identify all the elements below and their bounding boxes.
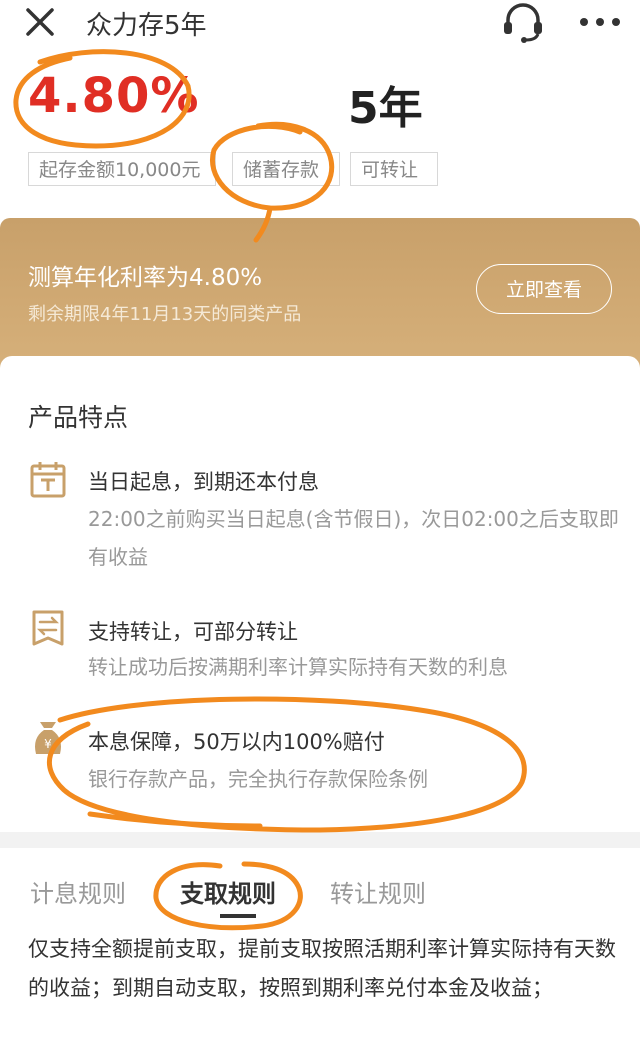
feature-title-guarantee: 本息保障，50万以内100%赔付: [88, 730, 385, 754]
close-icon[interactable]: [22, 4, 58, 40]
feature-title-interest: 当日起息，到期还本付息: [88, 470, 319, 494]
headset-icon[interactable]: [500, 2, 546, 44]
active-tab-indicator: [220, 914, 256, 918]
tab-withdrawal-rules[interactable]: 支取规则: [180, 874, 276, 909]
calendar-icon: [28, 460, 68, 500]
page-title: 众力存5年: [86, 11, 207, 41]
promo-banner: 测算年化利率为4.80% 剩余期限4年11月13天的同类产品 立即查看: [0, 218, 640, 368]
feature-desc-transfer: 转让成功后按满期利率计算实际持有天数的利息: [88, 655, 508, 679]
features-card: 产品特点 当日起息，到期还本付息 22:00之前购买当日起息(含节假日)，次日0…: [0, 356, 640, 832]
banner-subtitle: 剩余期限4年11月13天的同类产品: [28, 304, 302, 325]
money-bag-icon: ¥: [28, 718, 68, 758]
tab-interest-rules[interactable]: 计息规则: [30, 874, 126, 909]
top-bar: 众力存5年: [0, 0, 640, 48]
interest-rate: 4.80%: [28, 68, 200, 124]
section-divider: [0, 832, 640, 848]
feature-desc-guarantee: 银行存款产品，完全执行存款保险条例: [88, 767, 428, 791]
view-now-button[interactable]: 立即查看: [476, 264, 612, 314]
feature-desc-interest: 22:00之前购买当日起息(含节假日)，次日02:00之后支取即有收益: [88, 507, 619, 569]
banner-title: 测算年化利率为4.80%: [28, 265, 263, 291]
rule-content: 仅支持全额提前支取，提前支取按照活期利率计算实际持有天数的收益；到期自动支取，按…: [28, 937, 616, 1000]
more-dots-icon[interactable]: [578, 14, 622, 30]
transfer-icon: [28, 608, 68, 648]
section-title: 产品特点: [28, 403, 129, 432]
term-length: 5年: [348, 83, 423, 134]
tag-min-amount: 起存金额10,000元: [28, 152, 216, 186]
tag-transferable: 可转让: [350, 152, 438, 186]
tag-savings-deposit: 储蓄存款: [232, 152, 340, 186]
feature-title-transfer: 支持转让，可部分转让: [88, 620, 298, 644]
tab-transfer-rules[interactable]: 转让规则: [330, 874, 426, 909]
svg-text:¥: ¥: [44, 737, 52, 751]
